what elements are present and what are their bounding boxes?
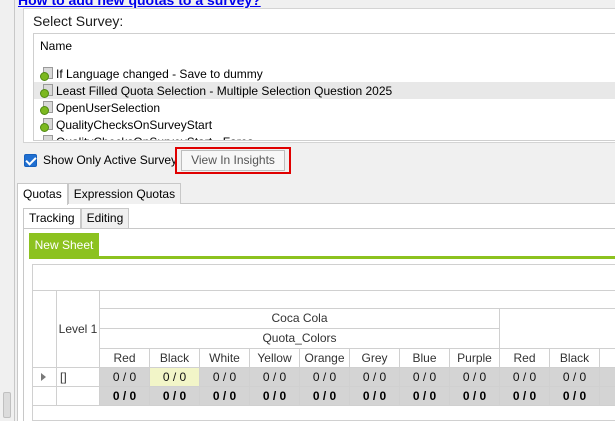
grid-header-band — [100, 291, 615, 309]
column-header[interactable]: White — [200, 349, 250, 368]
show-only-active-checkbox[interactable] — [24, 153, 37, 167]
select-survey-group: Select Survey: Name If Language changed … — [23, 8, 615, 143]
level-1-header[interactable]: Level 1 — [57, 291, 100, 368]
column-header[interactable]: Purple — [450, 349, 500, 368]
survey-list-item[interactable]: QualityChecksOnSurveyStart — [34, 116, 615, 133]
sub-header-quota-colors[interactable]: Quota_Colors — [100, 329, 500, 349]
quota-value-cell[interactable]: 0 — [600, 368, 615, 387]
quota-value-cell[interactable]: 0 / 0 — [350, 368, 400, 387]
select-survey-title: Select Survey: — [33, 13, 124, 29]
group-header-coca-cola[interactable]: Coca Cola — [100, 309, 500, 329]
column-header[interactable]: Black — [150, 349, 200, 368]
quota-value-cell[interactable]: 0 / 0 — [400, 368, 450, 387]
survey-list-item[interactable]: Least Filled Quota Selection - Multiple … — [34, 82, 615, 99]
column-header[interactable]: Red — [500, 349, 550, 368]
survey-list-item[interactable]: QualityChecksOnSurveyStart - Fares — [34, 133, 615, 141]
quota-value-cell[interactable]: 0 / 0 — [100, 368, 150, 387]
show-only-active-label[interactable]: Show Only Active Survey — [43, 153, 177, 167]
quota-value-cell[interactable]: 0 / 0 — [550, 368, 600, 387]
help-link[interactable]: How to add new quotas to a survey? — [18, 0, 261, 8]
survey-doc-icon — [40, 117, 53, 132]
tab-quotas[interactable]: Quotas — [17, 183, 68, 205]
quota-value-cell[interactable]: 0 / 0 — [250, 368, 300, 387]
totals-key — [57, 387, 100, 406]
column-header[interactable]: Blue — [400, 349, 450, 368]
survey-doc-icon — [40, 100, 53, 115]
column-header[interactable]: W — [600, 349, 615, 368]
quota-value-cell[interactable]: 0 / 0 — [450, 368, 500, 387]
inner-tab-strip: Tracking Editing — [23, 208, 130, 229]
column-header[interactable]: Red — [100, 349, 150, 368]
row-pointer-icon — [41, 373, 46, 381]
survey-doc-icon — [40, 83, 53, 98]
column-header[interactable]: Orange — [300, 349, 350, 368]
survey-list-item[interactable]: If Language changed - Save to dummy — [34, 65, 615, 82]
survey-name: Least Filled Quota Selection - Multiple … — [56, 83, 393, 98]
quota-total-cell[interactable]: 0 / 0 — [250, 387, 300, 406]
quota-value-cell[interactable]: 0 / 0 — [150, 368, 200, 387]
tab-editing[interactable]: Editing — [80, 208, 130, 228]
column-header[interactable]: Yellow — [250, 349, 300, 368]
quota-total-cell[interactable]: 0 / 0 — [400, 387, 450, 406]
quota-total-cell[interactable]: 0 / 0 — [150, 387, 200, 406]
quota-total-cell[interactable]: 0 / 0 — [300, 387, 350, 406]
left-scrollbar-thumb[interactable] — [3, 392, 11, 418]
quota-total-cell[interactable]: 0 / 0 — [350, 387, 400, 406]
quota-total-cell[interactable]: 0 / 0 — [450, 387, 500, 406]
survey-list[interactable]: Name If Language changed - Save to dummy… — [33, 33, 615, 141]
quota-total-cell[interactable]: 0 / 0 — [200, 387, 250, 406]
quota-total-cell[interactable]: 0 — [600, 387, 615, 406]
quota-total-cell[interactable]: 0 / 0 — [100, 387, 150, 406]
quota-total-cell[interactable]: 0 / 0 — [550, 387, 600, 406]
view-in-insights-button[interactable]: View In Insights — [181, 150, 285, 171]
list-column-header-name[interactable]: Name — [40, 39, 72, 53]
survey-doc-icon — [40, 66, 53, 81]
row-selector[interactable] — [33, 368, 57, 387]
survey-name: QualityChecksOnSurveyStart — [56, 117, 213, 132]
outer-tab-strip: Quotas Expression Quotas — [17, 183, 182, 205]
survey-name: QualityChecksOnSurveyStart - Fares — [56, 135, 253, 141]
group-header-next — [500, 309, 615, 349]
survey-name: OpenUserSelection — [56, 100, 161, 115]
column-header[interactable]: Grey — [350, 349, 400, 368]
survey-doc-icon — [40, 134, 53, 140]
quota-value-cell[interactable]: 0 / 0 — [300, 368, 350, 387]
row-key[interactable]: [] — [57, 368, 100, 387]
column-header[interactable]: Black — [550, 349, 600, 368]
quota-value-cell[interactable]: 0 / 0 — [200, 368, 250, 387]
show-only-active-row: Show Only Active Survey — [24, 153, 177, 167]
quota-value-cell[interactable]: 0 / 0 — [500, 368, 550, 387]
new-sheet-tab[interactable]: New Sheet — [29, 233, 99, 258]
grid-top-band — [33, 265, 615, 291]
grid-corner — [33, 291, 57, 368]
tab-expression-quotas[interactable]: Expression Quotas — [67, 183, 182, 204]
quota-grid[interactable]: Level 1 Coca Cola Quota_Colors Red Black Whit… — [32, 264, 615, 421]
tab-tracking[interactable]: Tracking — [23, 208, 81, 228]
totals-gutter — [33, 387, 57, 406]
survey-list-item[interactable]: OpenUserSelection — [34, 99, 615, 116]
survey-name: If Language changed - Save to dummy — [56, 66, 263, 81]
sheet-tab-underline — [29, 256, 615, 259]
quota-total-cell[interactable]: 0 / 0 — [500, 387, 550, 406]
left-divider — [14, 0, 15, 421]
